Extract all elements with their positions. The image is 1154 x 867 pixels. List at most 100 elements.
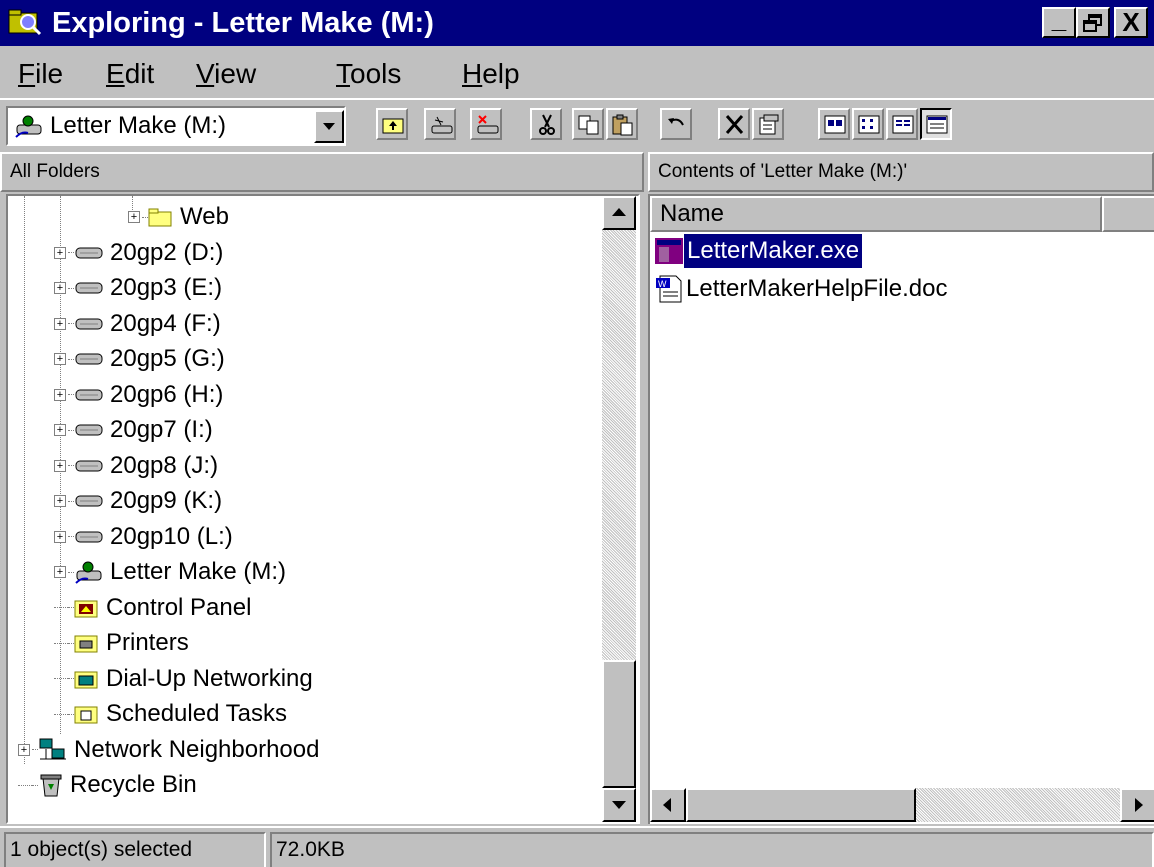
- menu-edit-key: E: [106, 58, 125, 89]
- tree-item[interactable]: +20gp2 (D:): [54, 236, 223, 270]
- cut-button[interactable]: [530, 108, 562, 140]
- tree-item-label: Web: [180, 203, 229, 230]
- undo-button[interactable]: [660, 108, 692, 140]
- tree-item[interactable]: +20gp3 (E:): [54, 271, 222, 305]
- tree-item[interactable]: +20gp9 (K:): [54, 484, 222, 518]
- tree-item[interactable]: +20gp10 (L:): [54, 520, 233, 554]
- contents-scroll-left-button[interactable]: [650, 788, 686, 822]
- map-network-drive-button[interactable]: [424, 108, 456, 140]
- up-one-level-button[interactable]: [376, 108, 408, 140]
- tree-item[interactable]: +20gp7 (I:): [54, 413, 213, 447]
- close-button[interactable]: X: [1114, 7, 1148, 38]
- tree-item-label: 20gp3 (E:): [110, 274, 223, 301]
- paste-button[interactable]: [606, 108, 638, 140]
- undo-icon: [668, 118, 684, 126]
- expand-toggle[interactable]: +: [54, 282, 66, 294]
- folder-icon: [148, 206, 174, 228]
- column-header-name[interactable]: Name: [650, 196, 1102, 232]
- tree-scroll-up-button[interactable]: [602, 196, 636, 230]
- recycle-bin-icon: [38, 772, 64, 798]
- menu-edit[interactable]: Edit: [106, 56, 154, 92]
- details-view-button[interactable]: [920, 108, 952, 140]
- tree-item-label: Scheduled Tasks: [106, 700, 288, 727]
- tree-item[interactable]: Dial-Up Networking: [54, 662, 313, 696]
- disconnect-drive-button[interactable]: [470, 108, 502, 140]
- expand-toggle[interactable]: +: [54, 353, 66, 365]
- expand-toggle[interactable]: +: [54, 388, 66, 401]
- dialup-icon: [74, 668, 100, 690]
- close-label: X: [1122, 7, 1140, 37]
- contents-list[interactable]: Name LetterMaker.exe W LetterMakerHelpFi…: [648, 194, 1154, 824]
- expand-toggle[interactable]: +: [54, 424, 66, 436]
- arrow-up-icon: [612, 208, 626, 216]
- tree-scroll-down-button[interactable]: [602, 788, 636, 822]
- arrow-right-icon: [1135, 798, 1143, 812]
- contents-scroll-right-button[interactable]: [1120, 788, 1154, 822]
- expand-toggle[interactable]: +: [54, 530, 66, 543]
- tree-item[interactable]: Control Panel: [54, 591, 251, 625]
- network-drive-icon: [74, 277, 104, 299]
- tree-item[interactable]: + Letter Make (M:): [54, 555, 286, 589]
- tree-scroll-thumb[interactable]: [602, 660, 636, 788]
- network-drive-icon: [74, 348, 104, 370]
- tree-item[interactable]: + Web: [128, 200, 229, 234]
- tree-guide-line: [18, 784, 32, 786]
- chevron-down-icon: [323, 123, 335, 130]
- list-view-button[interactable]: [886, 108, 918, 140]
- menu-view-key: V: [196, 58, 215, 89]
- small-icons-button[interactable]: [852, 108, 884, 140]
- restore-button[interactable]: [1076, 7, 1110, 38]
- large-icons-button[interactable]: [818, 108, 850, 140]
- menu-bar: [0, 46, 1154, 98]
- status-size: 72.0KB: [270, 832, 1154, 867]
- tree-item[interactable]: +20gp6 (H:): [54, 378, 223, 412]
- tree-item[interactable]: +20gp4 (F:): [54, 307, 221, 341]
- tree-item[interactable]: + Network Neighborhood: [18, 733, 319, 767]
- tree-item[interactable]: +20gp8 (J:): [54, 449, 218, 483]
- folder-tree[interactable]: + Web +20gp2 (D:) +20gp3 (E:) +20gp4 (F:) +20…: [6, 194, 640, 824]
- menu-tools-key: T: [336, 58, 350, 89]
- network-drive-icon: [74, 419, 104, 441]
- scissors-icon: [539, 114, 555, 135]
- scheduled-tasks-icon: [74, 703, 100, 725]
- expand-toggle[interactable]: +: [54, 566, 66, 578]
- expand-toggle[interactable]: +: [54, 495, 66, 507]
- file-row[interactable]: LetterMaker.exe: [654, 233, 864, 269]
- delete-icon: [725, 115, 744, 134]
- network-neighborhood-icon: [38, 737, 68, 763]
- tree-item[interactable]: Printers: [54, 626, 189, 660]
- expand-toggle[interactable]: +: [54, 246, 66, 259]
- menu-tools[interactable]: Tools: [336, 56, 401, 92]
- tree-item[interactable]: Scheduled Tasks: [54, 697, 287, 731]
- menu-file[interactable]: File: [18, 56, 63, 92]
- large-icons-icon: [824, 115, 846, 134]
- menu-help[interactable]: Help: [462, 56, 520, 92]
- delete-button[interactable]: [718, 108, 750, 140]
- contents-scroll-thumb[interactable]: [686, 788, 916, 822]
- tree-item[interactable]: Recycle Bin: [18, 768, 197, 802]
- details-icon: [926, 115, 948, 134]
- network-drive-icon: [74, 384, 104, 406]
- copy-button[interactable]: [572, 108, 604, 140]
- printers-icon: [74, 632, 100, 654]
- explorer-icon: [8, 9, 42, 36]
- tree-guide-line: [68, 642, 74, 644]
- properties-button[interactable]: [752, 108, 784, 140]
- expand-toggle[interactable]: +: [18, 743, 30, 756]
- tree-item-label: 20gp10 (L:): [110, 522, 233, 550]
- tree-item-label: 20gp7 (I:): [110, 416, 213, 443]
- all-folders-header: All Folders: [0, 152, 644, 192]
- arrow-left-icon: [663, 798, 671, 812]
- file-row[interactable]: W LetterMakerHelpFile.doc: [654, 272, 947, 306]
- expand-toggle[interactable]: +: [54, 317, 66, 330]
- properties-icon: [759, 114, 779, 135]
- disconnect-drive-icon: [477, 115, 499, 134]
- address-dropdown-button[interactable]: [314, 110, 344, 143]
- arrow-down-icon: [612, 801, 626, 809]
- minimize-button[interactable]: _: [1042, 4, 1076, 38]
- expand-toggle[interactable]: +: [128, 211, 140, 223]
- menu-view[interactable]: View: [196, 56, 256, 92]
- column-header-next[interactable]: [1102, 196, 1154, 232]
- tree-item[interactable]: +20gp5 (G:): [54, 342, 225, 376]
- expand-toggle[interactable]: +: [54, 459, 66, 472]
